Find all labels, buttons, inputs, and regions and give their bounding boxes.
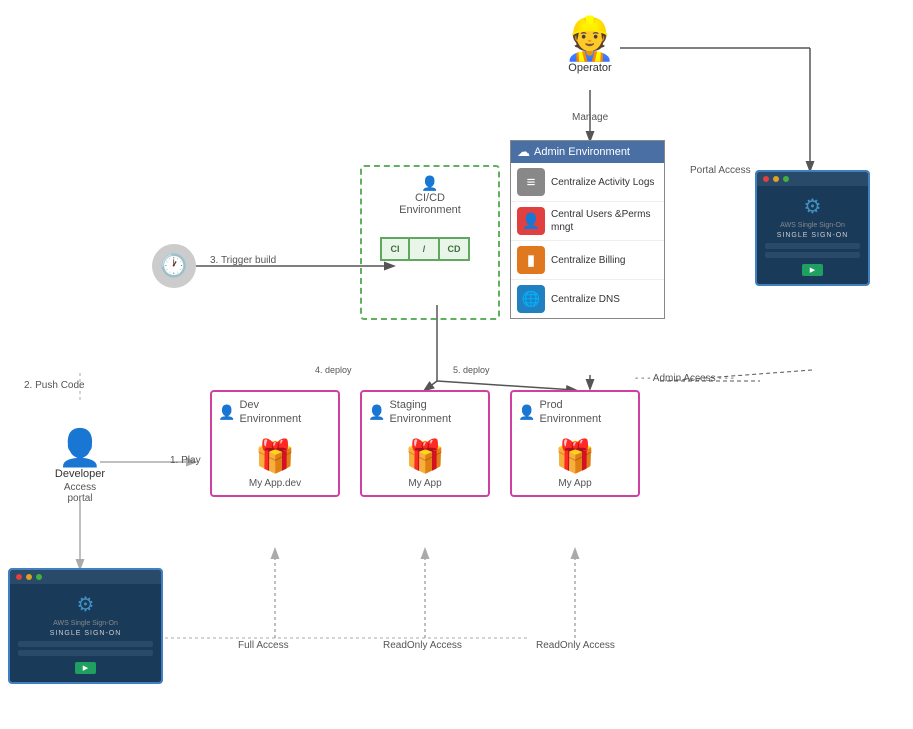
sso-dot-yellow bbox=[773, 176, 779, 182]
portal-access-label: Portal Access bbox=[690, 165, 751, 176]
sso-big-title: SINGLE SIGN-ON bbox=[765, 232, 860, 239]
prod-app: 🎁 My App bbox=[512, 431, 638, 495]
admin-env-title: Admin Environment bbox=[534, 146, 630, 158]
readonly2-label: ReadOnly Access bbox=[536, 640, 615, 651]
admin-row-dns: 🌐 Centralize DNS bbox=[511, 280, 664, 318]
operator-icon: 👷 bbox=[555, 18, 625, 60]
sso-big-logo-text: AWS Single Sign-On bbox=[765, 221, 860, 230]
admin-access-label: - - - Admin Access - - - bbox=[635, 373, 734, 384]
admin-row-users: 👤 Central Users &Perms mngt bbox=[511, 202, 664, 241]
dev-environment: 👤 DevEnvironment 🎁 My App.dev bbox=[210, 390, 340, 497]
sso-small-logo-text: AWS Single Sign-On bbox=[18, 619, 153, 628]
operator: 👷 Operator bbox=[555, 18, 625, 74]
sso-dot-green bbox=[783, 176, 789, 182]
billing-icon: ▮ bbox=[517, 246, 545, 274]
dev-app-label: My App.dev bbox=[218, 478, 332, 489]
sso-big-body: ⚙ AWS Single Sign-On SINGLE SIGN-ON ▶ bbox=[757, 186, 868, 284]
admin-env-header: ☁ Admin Environment bbox=[511, 141, 664, 163]
sso-big-input2 bbox=[765, 252, 860, 258]
dev-label: DevEnvironment bbox=[239, 398, 301, 427]
sso-big-input1 bbox=[765, 243, 860, 249]
cicd-environment: 👤 CI/CDEnvironment CI / CD bbox=[360, 165, 500, 320]
prod-label: ProdEnvironment bbox=[539, 398, 601, 427]
staging-person-icon: 👤 bbox=[368, 404, 385, 421]
prod-header: 👤 ProdEnvironment bbox=[512, 392, 638, 431]
sso-big-button[interactable]: ▶ bbox=[802, 264, 823, 276]
cicd-label-text: CI/CDEnvironment bbox=[362, 192, 498, 216]
dev-app-icon: 🎁 bbox=[218, 437, 332, 475]
admin-environment: ☁ Admin Environment ≡ Centralize Activit… bbox=[510, 140, 665, 319]
prod-person-icon: 👤 bbox=[518, 404, 535, 421]
sso-dot-red bbox=[763, 176, 769, 182]
cicd-icon: 👤 bbox=[421, 175, 438, 191]
cicd-label: 👤 CI/CDEnvironment bbox=[362, 175, 498, 216]
play-label: 1. Play bbox=[170, 455, 201, 466]
deploy5-label: 5. deploy bbox=[453, 365, 490, 375]
sso-dot-green-s bbox=[36, 574, 42, 580]
prod-environment: 👤 ProdEnvironment 🎁 My App bbox=[510, 390, 640, 497]
cicd-box: CI bbox=[380, 237, 410, 261]
sso-small-input2 bbox=[18, 650, 153, 656]
dev-person-icon: 👤 bbox=[218, 404, 235, 421]
dns-text: Centralize DNS bbox=[551, 293, 620, 306]
staging-app-label: My App bbox=[368, 478, 482, 489]
sso-small-body: ⚙ AWS Single Sign-On SINGLE SIGN-ON ▶ bbox=[10, 584, 161, 682]
sso-portal-small: ⚙ AWS Single Sign-On SINGLE SIGN-ON ▶ bbox=[8, 568, 163, 684]
github-icon: 🕐 bbox=[152, 244, 196, 288]
deploy4-label: 4. deploy bbox=[315, 365, 352, 375]
readonly1-label: ReadOnly Access bbox=[383, 640, 462, 651]
staging-label: StagingEnvironment bbox=[389, 398, 451, 427]
push-code-label: 2. Push Code bbox=[24, 380, 85, 391]
dev-app: 🎁 My App.dev bbox=[212, 431, 338, 495]
sso-dot-red-s bbox=[16, 574, 22, 580]
users-text: Central Users &Perms mngt bbox=[551, 208, 658, 234]
admin-row-logs: ≡ Centralize Activity Logs bbox=[511, 163, 664, 202]
sso-small-title: SINGLE SIGN-ON bbox=[18, 630, 153, 637]
sso-small-input1 bbox=[18, 641, 153, 647]
dev-header: 👤 DevEnvironment bbox=[212, 392, 338, 431]
prod-app-label: My App bbox=[518, 478, 632, 489]
sso-portal-big: ⚙ AWS Single Sign-On SINGLE SIGN-ON ▶ bbox=[755, 170, 870, 286]
developer-icon: 👤 bbox=[50, 430, 110, 466]
developer: 👤 Developer Access portal bbox=[50, 430, 110, 504]
staging-app: 🎁 My App bbox=[362, 431, 488, 495]
logs-icon: ≡ bbox=[517, 168, 545, 196]
developer-label: Developer bbox=[50, 468, 110, 480]
operator-label: Operator bbox=[555, 62, 625, 74]
cloud-icon: ☁ bbox=[517, 144, 530, 160]
trigger-build-label: 3. Trigger build bbox=[210, 255, 276, 266]
sso-big-header bbox=[757, 172, 868, 186]
admin-row-billing: ▮ Centralize Billing bbox=[511, 241, 664, 280]
cicd-slash: / bbox=[410, 237, 440, 261]
staging-header: 👤 StagingEnvironment bbox=[362, 392, 488, 431]
sso-big-logo: ⚙ bbox=[765, 194, 860, 219]
users-icon: 👤 bbox=[517, 207, 545, 235]
logs-text: Centralize Activity Logs bbox=[551, 176, 654, 189]
full-access-label: Full Access bbox=[238, 640, 289, 651]
manage-label: Manage bbox=[572, 112, 608, 123]
prod-app-icon: 🎁 bbox=[518, 437, 632, 475]
staging-app-icon: 🎁 bbox=[368, 437, 482, 475]
diagram: 👷 Operator 👤 Developer Access portal 🕐 ☁… bbox=[0, 0, 913, 729]
billing-text: Centralize Billing bbox=[551, 254, 625, 267]
staging-environment: 👤 StagingEnvironment 🎁 My App bbox=[360, 390, 490, 497]
sso-dot-yellow-s bbox=[26, 574, 32, 580]
developer-sub: Access portal bbox=[50, 482, 110, 504]
dns-icon: 🌐 bbox=[517, 285, 545, 313]
sso-small-header bbox=[10, 570, 161, 584]
cicd-cd-box: CD bbox=[440, 237, 470, 261]
sso-small-logo: ⚙ bbox=[18, 592, 153, 617]
sso-small-button[interactable]: ▶ bbox=[75, 662, 96, 674]
